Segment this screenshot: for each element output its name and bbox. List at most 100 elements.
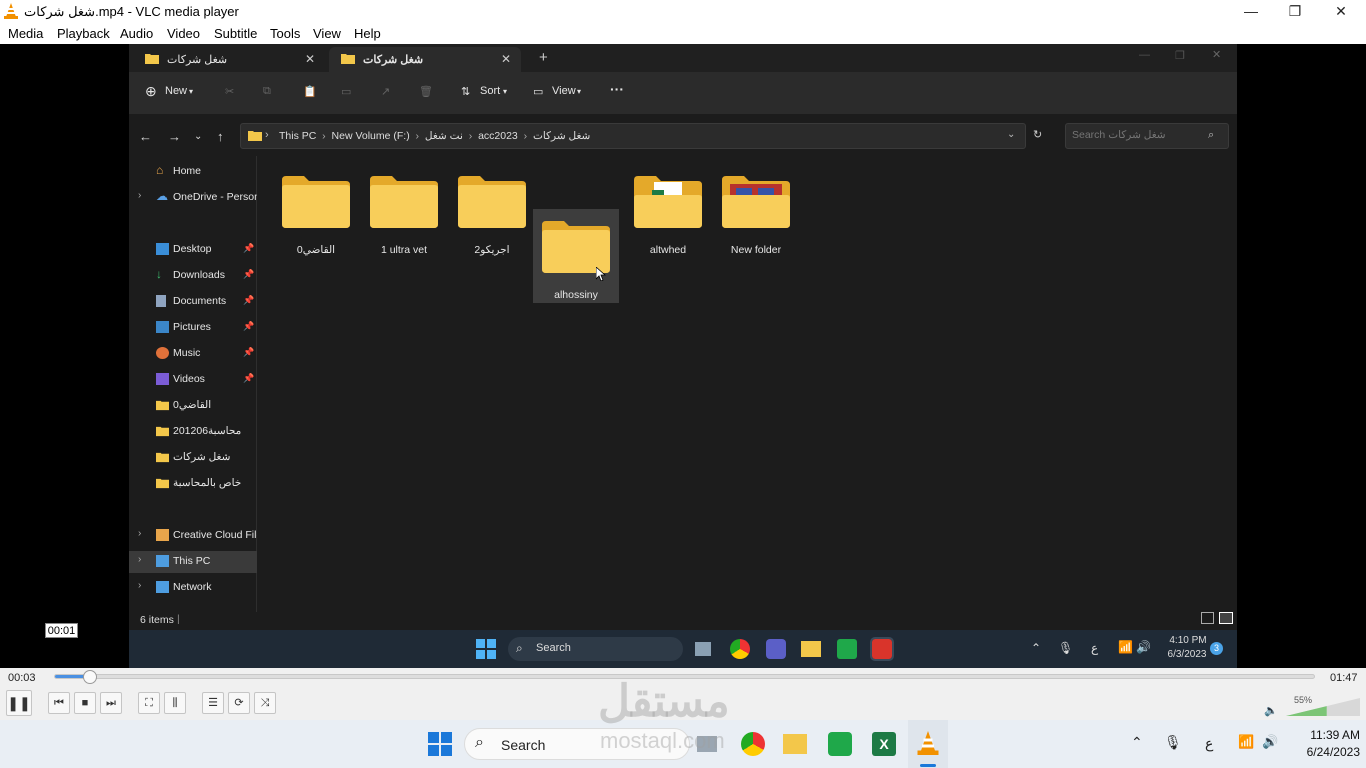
shuffle-button[interactable]: ⤨ xyxy=(254,692,276,714)
sidebar-item-desktop[interactable]: Desktop 📌 xyxy=(129,239,257,261)
tray-chevron-up-icon[interactable]: ⌃ xyxy=(1131,734,1143,751)
language-indicator[interactable]: ع xyxy=(1205,735,1213,752)
address-row: ← → ⌄ ↑ › This PC › New Volume (F:) › نت… xyxy=(129,120,1237,152)
tiles-view-icon[interactable] xyxy=(1219,612,1233,624)
folder-icon xyxy=(458,176,526,228)
desktop-icon xyxy=(156,243,169,255)
menu-help[interactable]: Help xyxy=(354,26,381,41)
explorer-close-icon[interactable]: ✕ xyxy=(1212,48,1221,61)
new-tab-button[interactable]: + xyxy=(539,49,548,66)
sidebar-item-videos[interactable]: Videos 📌 xyxy=(129,369,257,391)
back-arrow-icon[interactable]: ← xyxy=(139,129,152,144)
explorer-minimize-icon[interactable]: — xyxy=(1139,49,1150,61)
pin-icon: 📌 xyxy=(243,347,255,357)
recorder-icon xyxy=(870,637,894,661)
maximize-button[interactable]: ❐ xyxy=(1272,0,1318,23)
explorer-maximize-icon[interactable]: ❐ xyxy=(1175,49,1185,62)
sidebar-item-folder-2[interactable]: 201206محاسبة xyxy=(129,421,257,443)
camtasia-icon[interactable] xyxy=(828,732,852,756)
copy-icon[interactable]: ⧉ xyxy=(263,85,271,98)
forward-arrow-icon[interactable]: → xyxy=(168,129,181,144)
breadcrumb-new-volume[interactable]: New Volume (F:) xyxy=(332,130,410,142)
file-explorer-icon[interactable] xyxy=(783,734,807,754)
breadcrumb-this-pc[interactable]: This PC xyxy=(279,130,316,142)
windows-start-icon[interactable] xyxy=(428,732,452,756)
videos-icon xyxy=(156,373,169,385)
seek-handle[interactable] xyxy=(83,670,98,684)
cut-icon[interactable]: ✂ xyxy=(225,85,234,98)
new-button[interactable]: New xyxy=(165,85,187,97)
more-options-button[interactable]: ··· xyxy=(610,81,624,97)
sidebar-item-home[interactable]: ⌂ Home xyxy=(129,161,257,183)
clock-time[interactable]: 11:39 AM xyxy=(1290,728,1360,742)
vlc-taskbar-button[interactable] xyxy=(908,720,948,768)
recent-chevron-icon[interactable]: ⌄ xyxy=(194,131,202,142)
close-tab-icon[interactable]: ✕ xyxy=(501,52,511,66)
excel-icon[interactable]: X xyxy=(872,732,896,756)
menu-tools[interactable]: Tools xyxy=(270,26,300,41)
breadcrumb-acc2023[interactable]: acc2023 xyxy=(478,130,518,142)
sidebar-item-network[interactable]: › Network xyxy=(129,577,257,599)
tab-active[interactable]: شغل شركات ✕ xyxy=(329,47,521,72)
breadcrumb-current[interactable]: شغل شركات xyxy=(533,130,590,142)
sidebar-item-creative-cloud[interactable]: › Creative Cloud Files xyxy=(129,525,257,547)
close-button[interactable]: ✕ xyxy=(1318,0,1364,23)
volume-slider[interactable] xyxy=(1286,698,1360,716)
close-tab-icon[interactable]: ✕ xyxy=(305,52,315,66)
folder-item[interactable]: altwhed xyxy=(625,164,711,258)
sort-button[interactable]: Sort xyxy=(480,85,500,97)
sidebar-item-folder-4[interactable]: خاص بالمحاسبة xyxy=(129,473,257,495)
chrome-icon[interactable] xyxy=(741,732,765,756)
folder-icon xyxy=(156,426,169,437)
folder-item[interactable]: 2اجريكو xyxy=(449,164,535,258)
sidebar-item-onedrive[interactable]: › ☁ OneDrive - Persona xyxy=(129,187,257,209)
clock-date[interactable]: 6/24/2023 xyxy=(1290,745,1360,759)
folder-item-selected[interactable]: alhossiny xyxy=(533,209,619,303)
next-button[interactable]: ⏭ xyxy=(100,692,122,714)
volume-icon[interactable]: 🔈 xyxy=(1264,704,1278,717)
mouse-cursor-icon xyxy=(596,267,606,281)
menu-subtitle[interactable]: Subtitle xyxy=(214,26,257,41)
stop-button[interactable]: ■ xyxy=(74,692,96,714)
menu-playback[interactable]: Playback xyxy=(57,26,110,41)
menu-view[interactable]: View xyxy=(313,26,341,41)
sidebar-item-this-pc[interactable]: › This PC xyxy=(129,551,257,573)
paste-icon[interactable]: 📋 xyxy=(303,85,317,98)
speaker-icon[interactable]: 🔊 xyxy=(1262,734,1278,750)
extended-settings-button[interactable]: ⫼ xyxy=(164,692,186,714)
fullscreen-button[interactable]: ⛶ xyxy=(138,692,160,714)
details-view-icon[interactable] xyxy=(1201,612,1214,624)
microphone-icon[interactable]: 🎙 xyxy=(1164,734,1182,751)
folder-item[interactable]: 0القاضي xyxy=(273,164,359,258)
wifi-icon[interactable]: 📶 xyxy=(1238,734,1254,750)
loop-button[interactable]: ⟳ xyxy=(228,692,250,714)
address-bar[interactable]: › This PC › New Volume (F:) › نت شغل › a… xyxy=(240,123,1042,149)
refresh-icon[interactable]: ↻ xyxy=(1033,128,1042,141)
pause-button[interactable]: ❚❚ xyxy=(6,690,32,716)
sidebar-item-folder-1[interactable]: 0القاضي xyxy=(129,395,257,417)
address-dropdown-icon[interactable]: ⌄ xyxy=(1007,129,1015,140)
previous-button[interactable]: ⏮ xyxy=(48,692,70,714)
tab-inactive[interactable]: شغل شركات ✕ xyxy=(133,47,325,72)
minimize-button[interactable]: — xyxy=(1228,0,1274,23)
sidebar-item-folder-3[interactable]: شغل شركات xyxy=(129,447,257,469)
menu-audio[interactable]: Audio xyxy=(120,26,153,41)
folder-item[interactable]: New folder xyxy=(713,164,799,258)
sidebar-item-music[interactable]: Music 📌 xyxy=(129,343,257,365)
sidebar-item-documents[interactable]: Documents 📌 xyxy=(129,291,257,313)
search-input[interactable] xyxy=(1072,129,1202,141)
playlist-button[interactable]: ☰ xyxy=(202,692,224,714)
folder-item[interactable]: 1 ultra vet xyxy=(361,164,447,258)
rename-icon[interactable]: ▭ xyxy=(341,85,351,98)
view-button[interactable]: View xyxy=(552,85,576,97)
breadcrumb-net-shoghl[interactable]: نت شغل xyxy=(425,130,463,142)
up-arrow-icon[interactable]: ↑ xyxy=(217,129,224,144)
notification-badge: 3 xyxy=(1210,642,1223,655)
menu-media[interactable]: Media xyxy=(8,26,43,41)
search-box[interactable]: ⌕ xyxy=(1065,123,1229,149)
sidebar-item-pictures[interactable]: Pictures 📌 xyxy=(129,317,257,339)
menu-video[interactable]: Video xyxy=(167,26,200,41)
sidebar-item-downloads[interactable]: ↓ Downloads 📌 xyxy=(129,265,257,287)
share-icon[interactable]: ↗ xyxy=(381,85,390,98)
delete-icon[interactable]: 🗑 xyxy=(419,85,433,98)
